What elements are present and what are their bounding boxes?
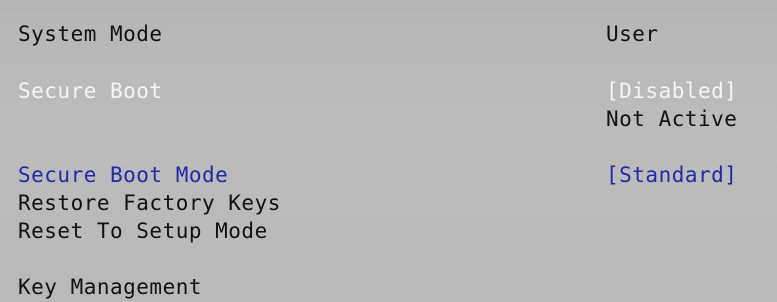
system-mode-label: System Mode	[18, 22, 163, 46]
key-management-item[interactable]: Key Management	[18, 273, 202, 301]
secure-boot-value[interactable]: [Disabled]	[606, 77, 737, 105]
secure-boot-mode-value[interactable]: [Standard]	[606, 161, 737, 189]
secure-boot-status: Not Active	[606, 107, 738, 131]
bios-secure-boot-screen: System Mode User Secure Boot [Disabled] …	[0, 0, 777, 302]
secure-boot-label[interactable]: Secure Boot	[18, 77, 163, 105]
reset-to-setup-mode-item[interactable]: Reset To Setup Mode	[18, 217, 268, 245]
restore-factory-keys-item[interactable]: Restore Factory Keys	[18, 189, 281, 217]
system-mode-value: User	[606, 22, 659, 46]
secure-boot-mode-label[interactable]: Secure Boot Mode	[18, 161, 228, 189]
